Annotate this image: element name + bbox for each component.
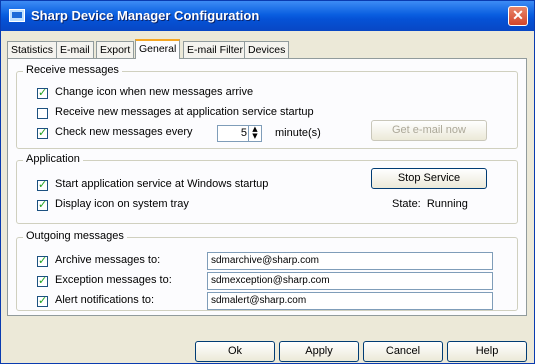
- config-dialog: Sharp Device Manager Configuration ✕ Sta…: [0, 0, 535, 364]
- archive-email-field[interactable]: sdmarchive@sharp.com: [207, 252, 493, 270]
- tab-statistics[interactable]: Statistics: [7, 41, 58, 58]
- change-icon-label: Change icon when new messages arrive: [55, 86, 254, 98]
- help-button[interactable]: Help: [447, 341, 527, 362]
- tab-devices[interactable]: Devices: [244, 41, 290, 58]
- tab-email[interactable]: E-mail: [56, 41, 94, 58]
- minutes-label: minute(s): [275, 127, 321, 139]
- close-button[interactable]: ✕: [508, 6, 528, 26]
- apply-button[interactable]: Apply: [279, 341, 359, 362]
- start-service-checkbox[interactable]: [37, 178, 48, 191]
- window-title: Sharp Device Manager Configuration: [31, 8, 260, 23]
- service-state-text: State: Running: [392, 198, 468, 210]
- app-icon: [9, 9, 25, 22]
- alert-email-field[interactable]: sdmalert@sharp.com: [207, 292, 493, 310]
- display-icon-checkbox[interactable]: [37, 198, 48, 211]
- cancel-button[interactable]: Cancel: [363, 341, 443, 362]
- check-interval-value: 5: [240, 127, 247, 139]
- archive-checkbox[interactable]: [37, 254, 48, 267]
- title-bar[interactable]: Sharp Device Manager Configuration ✕: [1, 1, 534, 31]
- exception-label: Exception messages to:: [55, 274, 172, 286]
- outgoing-group-label: Outgoing messages: [23, 230, 127, 242]
- receive-startup-checkbox[interactable]: [37, 108, 48, 119]
- check-interval-stepper[interactable]: 5 ▲ ▼: [217, 125, 262, 142]
- close-icon: ✕: [512, 7, 524, 23]
- general-panel: Receive messages Change icon when new me…: [7, 58, 527, 316]
- get-email-now-button[interactable]: Get e-mail now: [371, 120, 487, 141]
- tab-general[interactable]: General: [135, 39, 181, 59]
- alert-checkbox[interactable]: [37, 294, 48, 307]
- display-icon-label: Display icon on system tray: [55, 198, 189, 210]
- exception-email-field[interactable]: sdmexception@sharp.com: [207, 272, 493, 290]
- receive-group-label: Receive messages: [23, 64, 122, 76]
- start-service-label: Start application service at Windows sta…: [55, 178, 269, 190]
- application-group: Application Start application service at…: [16, 153, 518, 224]
- stop-service-button[interactable]: Stop Service: [371, 168, 487, 189]
- alert-label: Alert notifications to:: [55, 294, 155, 306]
- receive-messages-group: Receive messages Change icon when new me…: [16, 64, 518, 149]
- receive-startup-label: Receive new messages at application serv…: [55, 106, 314, 118]
- check-every-label: Check new messages every: [55, 126, 193, 138]
- archive-label: Archive messages to:: [55, 254, 161, 266]
- outgoing-messages-group: Outgoing messages Archive messages to: s…: [16, 230, 518, 311]
- change-icon-checkbox[interactable]: [37, 86, 48, 99]
- ok-button[interactable]: Ok: [195, 341, 275, 362]
- application-group-label: Application: [23, 153, 83, 165]
- tab-email-filter[interactable]: E-mail Filter: [183, 41, 248, 58]
- exception-checkbox[interactable]: [37, 274, 48, 287]
- tab-export[interactable]: Export: [96, 41, 135, 58]
- spin-arrows-icon[interactable]: ▲ ▼: [248, 126, 261, 141]
- check-every-checkbox[interactable]: [37, 126, 48, 139]
